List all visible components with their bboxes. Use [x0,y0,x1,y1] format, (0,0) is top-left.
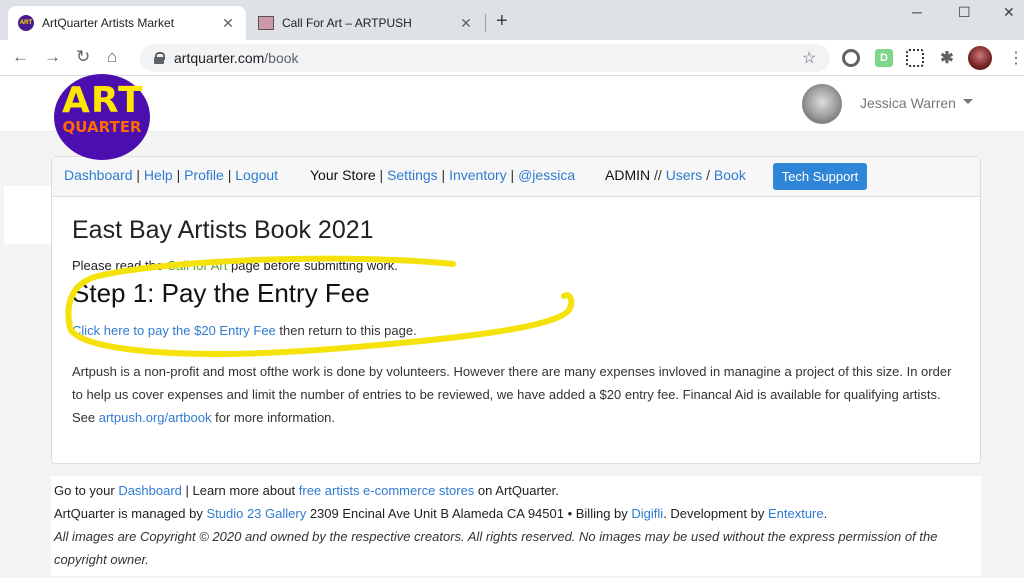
bookmark-star-icon[interactable]: ☆ [802,48,816,68]
artquarter-favicon-icon: ART [18,15,34,31]
pay-entry-fee-link[interactable]: Click here to pay the $20 Entry Fee [72,323,276,338]
user-nav: Dashboard | Help | Profile | Logout [64,167,279,183]
footer-digifli-link[interactable]: Digifli [631,506,663,521]
close-icon[interactable]: ✕ [220,15,236,32]
nav-settings-link[interactable]: Settings [387,167,438,183]
main-card: Dashboard | Help | Profile | Logout Your… [51,156,981,464]
browser-tab-strip: ART ArtQuarter Artists Market ✕ Call For… [0,0,1024,40]
url-path: /book [264,50,299,66]
book-favicon-icon [258,16,274,30]
footer-stores-link[interactable]: free artists e-commerce stores [299,483,475,498]
nav-logout-link[interactable]: Logout [235,167,278,183]
avatar[interactable] [802,84,842,124]
browser-menu-icon[interactable]: ⋮ [1008,48,1024,68]
qr-code-icon[interactable] [906,49,924,67]
nav-users-link[interactable]: Users [666,167,703,183]
footer-entexture-link[interactable]: Entexture [768,506,824,521]
footer-line-1: Go to your Dashboard | Learn more about … [54,479,981,502]
tab-divider [485,14,486,32]
nav-dashboard-link[interactable]: Dashboard [64,167,133,183]
intro-before: Please read the [72,258,167,273]
admin-nav: ADMIN // Users / Book [605,167,746,183]
tech-support-button[interactable]: Tech Support [773,163,867,190]
tab-title: ArtQuarter Artists Market [42,16,175,30]
browser-toolbar: ← → ↻ ⌂ artquarter.com/book ☆ D ✱ ⋮ [0,40,1024,76]
forward-arrow-icon[interactable]: → [44,47,61,67]
nav-book-link[interactable]: Book [714,167,746,183]
site-footer: Go to your Dashboard | Learn more about … [51,476,981,576]
pay-after: then return to this page. [275,323,417,338]
close-icon[interactable]: ✕ [458,15,474,32]
footer-gallery-link[interactable]: Studio 23 Gallery [206,506,306,521]
side-panel [4,186,52,244]
footer-text: | Learn more about [181,483,299,498]
footer-text: . Development by [663,506,768,521]
maximize-icon[interactable]: ☐ [958,4,971,21]
minimize-icon[interactable]: ─ [912,4,922,20]
nav-handle-link[interactable]: @jessica [518,167,575,183]
admin-nav-bar: Dashboard | Help | Profile | Logout Your… [52,157,980,197]
para-after: for more information. [211,410,336,425]
browser-profile-avatar[interactable] [968,46,992,70]
nav-profile-link[interactable]: Profile [184,167,224,183]
your-store-label: Your Store [310,167,376,183]
site-header: Jessica Warren [0,76,1024,132]
footer-text: ArtQuarter is managed by [54,506,207,521]
tab-artquarter[interactable]: ART ArtQuarter Artists Market ✕ [8,6,246,40]
home-icon[interactable]: ⌂ [107,47,117,67]
footer-text: . [823,506,828,521]
extension-circle-icon[interactable] [842,49,860,67]
intro-text: Please read the Call for Art page before… [72,258,398,273]
copyright-text: All images are Copyright © 2020 and owne… [54,529,938,567]
logo-text-quarter: QUARTER [62,118,142,136]
nav-help-link[interactable]: Help [144,167,173,183]
store-nav: Your Store | Settings | Inventory | @jes… [310,167,576,183]
nav-inventory-link[interactable]: Inventory [449,167,507,183]
pay-text: Click here to pay the $20 Entry Fee then… [72,323,417,338]
footer-text: on ArtQuarter. [474,483,559,498]
info-paragraph: Artpush is a non-profit and most ofthe w… [72,360,962,429]
logo-text-art: ART [62,80,144,121]
page-title: East Bay Artists Book 2021 [72,216,374,244]
lock-icon [154,52,165,64]
tab-title: Call For Art – ARTPUSH [282,16,412,30]
artquarter-logo[interactable]: ART QUARTER [54,74,150,160]
url-domain: artquarter.com [174,50,265,66]
step-heading: Step 1: Pay the Entry Fee [72,278,370,308]
call-for-art-link[interactable]: Call for Art [167,258,228,273]
footer-line-2: ArtQuarter is managed by Studio 23 Galle… [54,502,981,525]
extension-d-icon[interactable]: D [875,49,893,67]
page-viewport: Jessica Warren ART QUARTER Dashboard | H… [0,74,1024,578]
address-bar[interactable]: artquarter.com/book [140,44,830,72]
tab-call-for-art[interactable]: Call For Art – ARTPUSH ✕ [248,6,484,40]
user-name[interactable]: Jessica Warren [860,95,956,111]
admin-label: ADMIN [605,167,651,183]
window-close-icon[interactable]: ✕ [1003,4,1015,21]
chevron-down-icon[interactable] [963,99,973,104]
footer-text: Go to your [54,483,119,498]
artpush-link[interactable]: artpush.org/artbook [99,410,212,425]
footer-dashboard-link[interactable]: Dashboard [118,483,182,498]
intro-after: page before submitting work. [227,258,398,273]
footer-text: 2309 Encinal Ave Unit B Alameda CA 94501… [306,506,632,521]
new-tab-plus-icon[interactable]: + [496,10,508,33]
puzzle-extensions-icon[interactable]: ✱ [938,49,956,67]
back-arrow-icon[interactable]: ← [12,47,29,67]
reload-icon[interactable]: ↻ [76,47,90,67]
